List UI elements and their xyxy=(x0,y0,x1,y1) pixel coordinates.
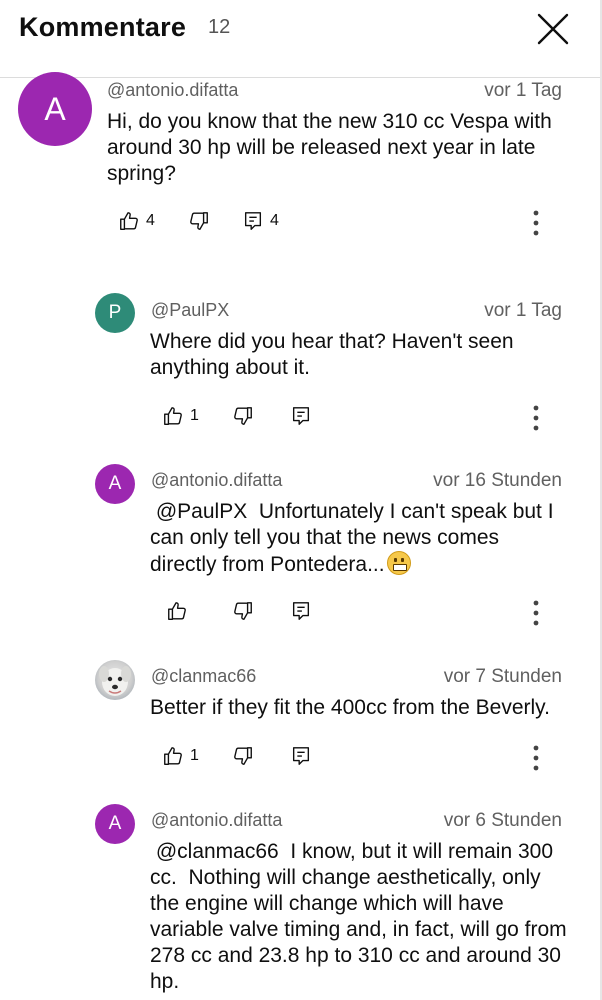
dislike-button[interactable] xyxy=(232,405,254,427)
thumb-down-icon xyxy=(234,747,252,765)
thumb-down-icon xyxy=(234,602,252,620)
reply-button[interactable] xyxy=(290,745,312,767)
more-vert-icon[interactable] xyxy=(526,208,546,238)
thumb-up-icon xyxy=(164,407,182,425)
comment-actions: 4 4 xyxy=(118,208,558,238)
like-button[interactable]: 1 xyxy=(162,745,199,767)
comment-text-body: @PaulPX Unfortunately I can't speak but … xyxy=(150,500,560,576)
comment-text: @clanmac66 I know, but it will remain 30… xyxy=(150,840,573,993)
comment-actions xyxy=(166,598,366,628)
comment-text: Hi, do you know that the new 310 cc Vesp… xyxy=(107,110,558,185)
reply-icon xyxy=(292,747,310,765)
reply-icon xyxy=(292,602,310,620)
avatar[interactable]: A xyxy=(95,804,135,844)
dislike-button[interactable] xyxy=(188,210,210,232)
more-vert-icon[interactable] xyxy=(526,403,546,433)
reply-count: 4 xyxy=(270,212,279,229)
reply-button[interactable] xyxy=(290,600,312,622)
reply-button[interactable]: 4 xyxy=(242,210,279,232)
comment-author[interactable]: @antonio.difatta xyxy=(107,80,238,101)
more-vert-icon[interactable] xyxy=(526,598,546,628)
thumb-up-icon xyxy=(120,212,138,230)
thumb-up-icon xyxy=(168,602,186,620)
comment-text: @PaulPX Unfortunately I can't speak but … xyxy=(150,499,562,578)
reply-icon xyxy=(244,212,262,230)
avatar[interactable]: A xyxy=(95,464,135,504)
comment-time: vor 16 Stunden xyxy=(433,470,562,491)
comment-count: 12 xyxy=(208,16,231,38)
comment-actions: 1 xyxy=(162,743,362,773)
reply-button[interactable] xyxy=(290,405,312,427)
dislike-button[interactable] xyxy=(232,745,254,767)
like-button[interactable]: 1 xyxy=(162,405,199,427)
panel-title: Kommentare xyxy=(19,12,187,42)
thumb-down-icon xyxy=(234,407,252,425)
like-button[interactable]: 4 xyxy=(118,210,155,232)
like-button[interactable] xyxy=(166,600,188,622)
comment-author[interactable]: @PaulPX xyxy=(151,300,229,321)
comment-actions: 1 xyxy=(162,403,362,433)
comment-time: vor 7 Stunden xyxy=(443,666,562,687)
comment-time: vor 1 Tag xyxy=(484,300,562,321)
comment-text: Better if they fit the 400cc from the Be… xyxy=(150,696,550,719)
dog-avatar[interactable] xyxy=(95,660,135,700)
comment-time: vor 1 Tag xyxy=(484,80,562,101)
thumb-down-icon xyxy=(190,212,208,230)
avatar[interactable]: A xyxy=(18,72,92,146)
comment-text: Where did you hear that? Haven't seen an… xyxy=(150,330,520,379)
thumb-up-icon xyxy=(164,747,182,765)
comments-header: Kommentare 12 xyxy=(0,0,602,78)
like-count: 4 xyxy=(146,212,155,229)
comment-time: vor 6 Stunden xyxy=(443,810,562,831)
dislike-button[interactable] xyxy=(232,600,254,622)
reply-icon xyxy=(292,407,310,425)
like-count: 1 xyxy=(190,747,199,764)
close-icon[interactable] xyxy=(536,12,570,46)
comment-author[interactable]: @antonio.difatta xyxy=(151,810,282,831)
grimacing-face-emoji xyxy=(386,551,411,575)
comment-author[interactable]: @clanmac66 xyxy=(151,666,256,687)
comment-author[interactable]: @antonio.difatta xyxy=(151,470,282,491)
like-count: 1 xyxy=(190,407,199,424)
avatar[interactable]: P xyxy=(95,293,135,333)
more-vert-icon[interactable] xyxy=(526,743,546,773)
